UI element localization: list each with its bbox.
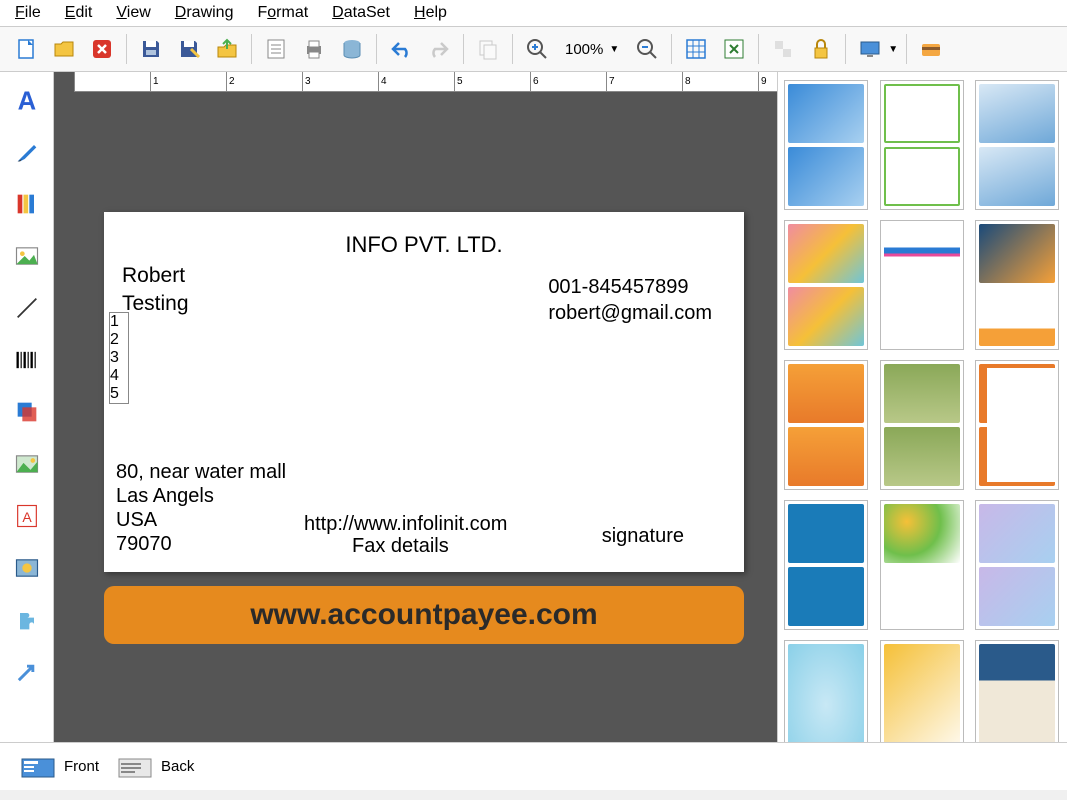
layers-tool[interactable] [9,394,45,430]
watermark-banner: www.accountpayee.com [104,586,744,644]
grid-button[interactable] [680,33,712,65]
export-button[interactable] [211,33,243,65]
template-thumb[interactable] [975,80,1059,210]
shape-tool[interactable] [9,550,45,586]
pen-tool[interactable] [9,134,45,170]
menu-file[interactable]: File [15,4,41,22]
svg-text:A: A [22,509,32,525]
ruler-horizontal: 123456789 [74,72,777,92]
toolbar: 100% ▼ ▼ [0,27,1067,72]
excel-button[interactable] [718,33,750,65]
redo-button[interactable] [423,33,455,65]
template-thumb[interactable] [975,500,1059,630]
screen-button[interactable] [854,33,886,65]
menu-view[interactable]: View [116,4,150,22]
close-button[interactable] [86,33,118,65]
library-tool[interactable] [9,186,45,222]
template-thumb[interactable] [880,80,964,210]
new-button[interactable] [10,33,42,65]
undo-button[interactable] [385,33,417,65]
barcode-tool[interactable] [9,342,45,378]
signature-text[interactable]: signature [602,525,684,548]
footer-bar: Front Back [0,742,1067,790]
text-tool[interactable]: A [9,82,45,118]
address-block[interactable]: 80, near water mallLas AngelsUSA79070 [116,460,286,556]
image-tool[interactable] [9,238,45,274]
svg-text:A: A [17,87,36,114]
template-thumb[interactable] [784,80,868,210]
template-thumb[interactable] [880,640,964,742]
person-name[interactable]: RobertTesting [122,262,189,319]
align-button[interactable] [767,33,799,65]
line-tool[interactable] [9,290,45,326]
business-card[interactable]: INFO PVT. LTD. RobertTesting 001-8454578… [104,212,744,572]
menu-dataset[interactable]: DataSet [332,4,390,22]
template-thumb[interactable] [880,220,964,350]
card-button[interactable] [915,33,947,65]
contact-block[interactable]: 001-845457899robert@gmail.com [548,274,712,326]
properties-button[interactable] [260,33,292,65]
save-as-button[interactable] [173,33,205,65]
template-thumb[interactable] [975,360,1059,490]
template-thumb[interactable] [784,640,868,742]
back-view-button[interactable]: Back [117,755,194,779]
database-button[interactable] [336,33,368,65]
print-button[interactable] [298,33,330,65]
left-toolbar: A A [0,72,54,742]
ruler-vertical: 12345 [109,312,129,404]
save-button[interactable] [135,33,167,65]
menu-format[interactable]: Format [257,4,308,22]
template-thumb[interactable] [975,220,1059,350]
zoom-level[interactable]: 100% ▼ [559,41,625,58]
arrow-tool[interactable] [9,654,45,690]
menu-drawing[interactable]: Drawing [175,4,234,22]
puzzle-tool[interactable] [9,602,45,638]
template-thumb[interactable] [784,220,868,350]
template-thumb[interactable] [975,640,1059,742]
template-thumb[interactable] [784,500,868,630]
template-thumb[interactable] [784,360,868,490]
lock-button[interactable] [805,33,837,65]
template-thumb[interactable] [880,360,964,490]
company-title[interactable]: INFO PVT. LTD. [122,232,726,258]
font-tool[interactable]: A [9,498,45,534]
canvas[interactable]: 123456789 INFO PVT. LTD. RobertTesting 0… [54,72,777,742]
picture-tool[interactable] [9,446,45,482]
front-view-button[interactable]: Front [20,755,99,779]
menu-help[interactable]: Help [414,4,447,22]
template-panel [777,72,1067,742]
template-thumb[interactable] [880,500,964,630]
fax-text[interactable]: Fax details [352,535,449,558]
website-text[interactable]: http://www.infolinit.com [304,513,507,536]
copy-button[interactable] [472,33,504,65]
zoom-out-button[interactable] [631,33,663,65]
zoom-in-button[interactable] [521,33,553,65]
menu-edit[interactable]: Edit [65,4,93,22]
menu-bar: File Edit View Drawing Format DataSet He… [0,0,1067,27]
open-button[interactable] [48,33,80,65]
